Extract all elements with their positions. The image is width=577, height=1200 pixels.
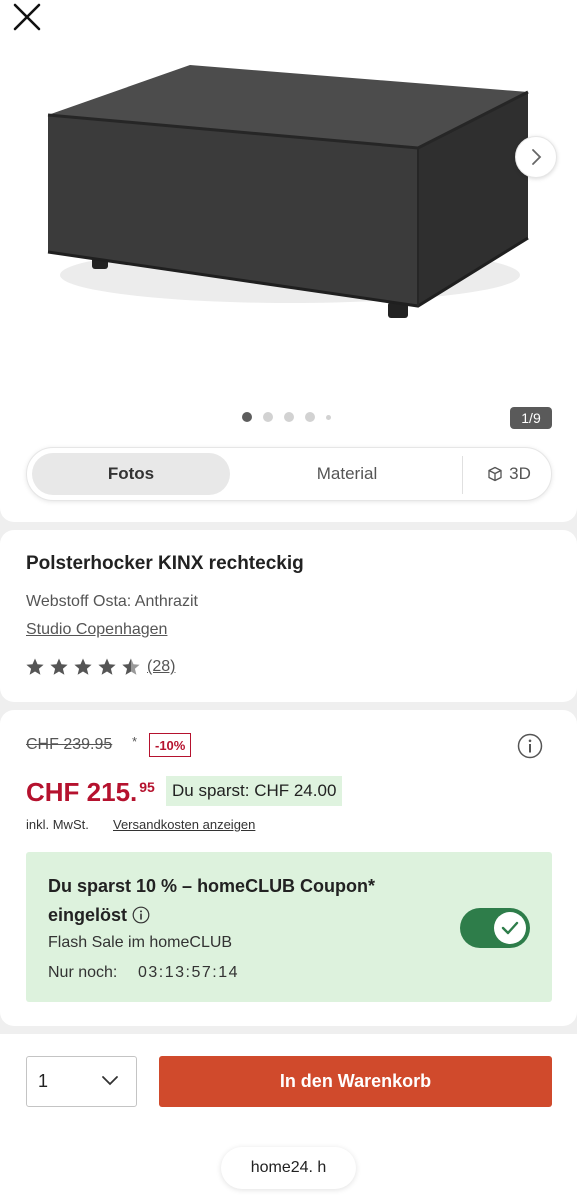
pagination-dot[interactable] bbox=[326, 414, 331, 420]
shipping-costs-link[interactable]: Versandkosten anzeigen bbox=[113, 817, 255, 832]
star-half-icon bbox=[122, 658, 140, 675]
current-price: CHF 215. 95 bbox=[26, 777, 155, 808]
info-icon[interactable] bbox=[517, 733, 543, 759]
coupon-title: Du sparst 10 % – homeCLUB Coupon* eingel… bbox=[48, 872, 448, 930]
product-gallery: 1/9 Fotos Material 3D bbox=[0, 0, 577, 522]
cart-bar: 1 In den Warenkorb home24. h bbox=[0, 1034, 577, 1200]
product-image bbox=[47, 65, 529, 318]
chevron-right-icon bbox=[532, 149, 542, 165]
rating-count[interactable]: (28) bbox=[147, 658, 175, 676]
tab-fotos[interactable]: Fotos bbox=[32, 453, 230, 495]
rating[interactable]: (28) bbox=[25, 657, 175, 677]
toggle-knob bbox=[494, 912, 526, 944]
tab-3d[interactable]: 3D bbox=[473, 453, 545, 495]
coupon-toggle[interactable] bbox=[460, 908, 530, 948]
media-tabs: Fotos Material 3D bbox=[26, 447, 552, 501]
tab-material[interactable]: Material bbox=[257, 453, 437, 495]
tax-note: inkl. MwSt. bbox=[26, 817, 89, 832]
close-icon[interactable] bbox=[12, 2, 42, 32]
discount-badge: -10% bbox=[149, 733, 192, 757]
current-price-main: CHF 215. bbox=[26, 777, 138, 807]
add-to-cart-button[interactable]: In den Warenkorb bbox=[159, 1056, 552, 1107]
old-price: CHF 239.95 bbox=[26, 736, 113, 753]
quantity-value: 1 bbox=[38, 1071, 49, 1091]
star-icon bbox=[74, 658, 92, 675]
price-section: CHF 239.95 * -10% CHF 215. 95 Du sparst:… bbox=[0, 710, 577, 1026]
product-info: Polsterhocker KINX rechteckig Webstoff O… bbox=[0, 530, 577, 702]
star-icon bbox=[26, 658, 44, 675]
chevron-down-icon bbox=[102, 1076, 118, 1086]
coupon-title-text: Du sparst 10 % – homeCLUB Coupon* eingel… bbox=[48, 876, 376, 925]
countdown-timer: 03:13:57:14 bbox=[138, 964, 240, 981]
flash-sale-label: Flash Sale im homeCLUB bbox=[48, 934, 233, 951]
footnote-mark: * bbox=[132, 734, 138, 749]
current-price-cents: 95 bbox=[139, 779, 155, 795]
star-icon bbox=[98, 658, 116, 675]
cube-icon bbox=[488, 466, 502, 482]
next-image-button[interactable] bbox=[515, 136, 557, 178]
product-variant: Webstoff Osta: Anthrazit bbox=[26, 593, 198, 610]
star-icon bbox=[50, 658, 68, 675]
product-title: Polsterhocker KINX rechteckig bbox=[26, 553, 304, 574]
countdown-label: Nur noch: bbox=[48, 964, 118, 981]
pagination-dot[interactable] bbox=[305, 412, 315, 422]
quantity-select[interactable]: 1 bbox=[26, 1056, 137, 1107]
brand-link[interactable]: Studio Copenhagen bbox=[26, 621, 167, 639]
info-icon[interactable] bbox=[132, 906, 150, 924]
pagination-dot[interactable] bbox=[242, 412, 252, 422]
coupon-box: Du sparst 10 % – homeCLUB Coupon* eingel… bbox=[26, 852, 552, 1002]
savings-badge: Du sparst: CHF 24.00 bbox=[166, 776, 343, 806]
pagination-dot[interactable] bbox=[263, 412, 273, 422]
tab-divider bbox=[462, 456, 463, 494]
checkmark-icon bbox=[501, 921, 519, 935]
browser-url-bar[interactable]: home24. h bbox=[221, 1147, 356, 1189]
pagination-dot[interactable] bbox=[284, 412, 294, 422]
image-counter: 1/9 bbox=[510, 407, 552, 429]
gallery-pagination bbox=[242, 412, 331, 422]
tab-3d-label: 3D bbox=[509, 464, 531, 483]
